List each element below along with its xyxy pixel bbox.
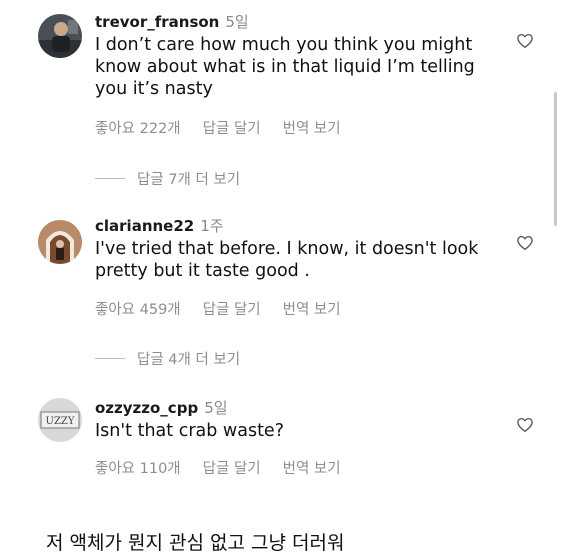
comment-text: Isn't that crab waste? [95, 421, 284, 441]
comment-text: I don’t care how much you think you migh… [95, 35, 475, 99]
caption-text: 저 액체가 뭔지 관심 없고 그냥 더러워 [46, 532, 345, 554]
username[interactable]: trevor_franson [95, 13, 219, 31]
view-replies-label: 답글 4개 더 보기 [137, 352, 241, 368]
comment-header: clarianne22 1주 [95, 216, 504, 236]
username[interactable]: clarianne22 [95, 217, 194, 235]
timestamp: 5일 [204, 399, 228, 417]
comment-3: UZZY ozzyzzo_cpp 5일 Isn't that crab waste… [38, 398, 534, 458]
translate-button[interactable]: 번역 보기 [283, 302, 341, 318]
avatar-ozzyzzo-cpp[interactable]: UZZY [38, 398, 82, 442]
view-replies-button[interactable]: 답글 7개 더 보기 [95, 168, 240, 189]
likes-count[interactable]: 좋아요 222개 [95, 121, 181, 137]
heart-outline-icon[interactable] [516, 234, 534, 252]
avatar-trevor-franson[interactable] [38, 14, 82, 58]
comment-actions: 좋아요 459개 답글 달기 번역 보기 [95, 298, 363, 319]
comment-body: clarianne22 1주 I've tried that before. I … [95, 216, 504, 282]
username[interactable]: ozzyzzo_cpp [95, 399, 198, 417]
replies-divider [95, 358, 125, 359]
avatar-clarianne22[interactable] [38, 220, 82, 264]
comment-body: ozzyzzo_cpp 5일 Isn't that crab waste? [95, 398, 504, 442]
reply-button[interactable]: 답글 달기 [203, 461, 261, 477]
likes-count[interactable]: 좋아요 110개 [95, 461, 181, 477]
likes-count[interactable]: 좋아요 459개 [95, 302, 181, 318]
replies-divider [95, 178, 125, 179]
reply-button[interactable]: 답글 달기 [203, 121, 261, 137]
scrollbar[interactable] [554, 92, 557, 226]
comment-2: clarianne22 1주 I've tried that before. I … [38, 216, 534, 296]
reply-button[interactable]: 답글 달기 [203, 302, 261, 318]
comment-text: I've tried that before. I know, it doesn… [95, 239, 479, 281]
comment-actions: 좋아요 222개 답글 달기 번역 보기 [95, 117, 363, 138]
heart-outline-icon[interactable] [516, 32, 534, 50]
timestamp: 1주 [200, 217, 224, 235]
view-replies-label: 답글 7개 더 보기 [137, 172, 241, 188]
heart-outline-icon[interactable] [516, 416, 534, 434]
translate-button[interactable]: 번역 보기 [283, 121, 341, 137]
view-replies-button[interactable]: 답글 4개 더 보기 [95, 348, 240, 369]
comment-header: trevor_franson 5일 [95, 12, 504, 32]
svg-text:UZZY: UZZY [46, 416, 75, 427]
comment-body: trevor_franson 5일 I don’t care how much y… [95, 12, 504, 100]
timestamp: 5일 [225, 13, 249, 31]
comment-header: ozzyzzo_cpp 5일 [95, 398, 504, 418]
comment-actions: 좋아요 110개 답글 달기 번역 보기 [95, 457, 363, 478]
translate-button[interactable]: 번역 보기 [283, 461, 341, 477]
